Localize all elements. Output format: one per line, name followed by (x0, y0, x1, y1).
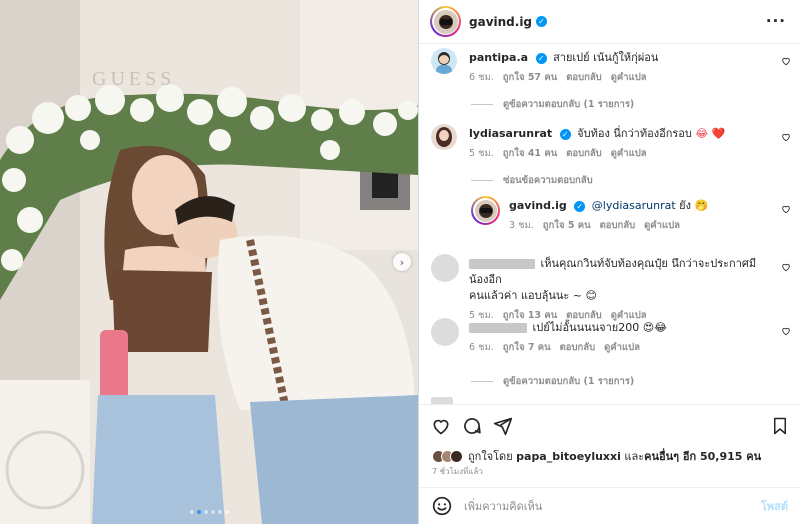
comment-likes[interactable]: ถูกใจ 57 คน (503, 70, 557, 86)
chevron-right-icon: › (399, 255, 405, 269)
heart-icon[interactable] (431, 416, 451, 436)
avatar[interactable] (431, 48, 457, 74)
hide-replies-label: ซ่อนข้อความตอบกลับ (503, 175, 593, 186)
carousel-next-button[interactable]: › (393, 253, 411, 271)
avatar[interactable] (431, 124, 457, 150)
avatar (450, 449, 463, 463)
comment-likes[interactable]: ถูกใจ 7 คน (503, 340, 551, 356)
avatar (474, 199, 497, 222)
liker-avatars (432, 449, 463, 463)
reply-button[interactable]: ตอบกลับ (560, 340, 596, 356)
comment-mention[interactable]: @lydiasarunrat (592, 199, 676, 212)
verified-icon: ✓ (574, 200, 586, 212)
carousel-dot (204, 510, 208, 514)
avatar[interactable] (431, 397, 453, 404)
avatar[interactable] (431, 318, 459, 346)
blurred-username (469, 323, 527, 333)
comment-emoji: 😊 (585, 289, 597, 302)
carousel-dot (211, 510, 215, 514)
store-sign: GUESS (92, 68, 176, 90)
translate-button[interactable]: ดูคำแปล (644, 218, 680, 234)
add-comment-input[interactable]: เพิ่มความคิดเห็น (464, 497, 542, 515)
comment-emoji: 😂 ❤️ (695, 127, 726, 140)
post-header: gavind.ig ✓ ··· (419, 0, 800, 44)
comment-likes[interactable]: ถูกใจ 5 คน (543, 218, 591, 234)
reply-button[interactable]: ตอบกลับ (600, 218, 636, 234)
share-icon[interactable] (493, 416, 513, 436)
likes-joiner: และ (624, 450, 645, 463)
author-avatar-ring[interactable] (430, 6, 461, 37)
avatar[interactable] (431, 254, 459, 282)
action-bar (419, 404, 800, 444)
comment-text: เปย์ไม่อั้นนนนจาย200 (532, 321, 640, 334)
post-photo[interactable]: GUESS › (0, 0, 419, 524)
verified-icon: ✓ (535, 52, 547, 64)
carousel-dot (190, 510, 194, 514)
comments-list[interactable]: pantipa.a ✓ สายเปย์ เน้นกู้ให้กุ่ผ่อน 6 … (419, 44, 800, 404)
translate-button[interactable]: ดูคำแปล (611, 146, 647, 162)
comment-emoji: 🤭 (694, 199, 709, 212)
author-username[interactable]: gavind.ig (469, 15, 532, 29)
comment-icon[interactable] (462, 416, 482, 436)
verified-icon: ✓ (536, 16, 548, 27)
heart-icon[interactable] (781, 326, 791, 336)
verified-icon: ✓ (559, 128, 571, 140)
heart-icon[interactable] (781, 204, 791, 214)
comment-time[interactable]: 3 ชม. (509, 218, 534, 234)
heart-icon[interactable] (781, 56, 791, 66)
emoji-icon[interactable] (432, 496, 452, 516)
post-comment-button[interactable]: โพสต์ (761, 497, 788, 515)
comment-username[interactable]: pantipa.a (469, 51, 528, 64)
add-comment-bar: เพิ่มความคิดเห็น โพสต์ (419, 487, 800, 524)
comment-text: ยัง (679, 199, 691, 212)
likes-prefix: ถูกใจโดย (468, 450, 513, 463)
comment-text-line2: คนแล้วค่า แอบลุ้นนะ ~ (469, 289, 582, 302)
view-replies-button[interactable]: ดูข้อความตอบกลับ (1 รายการ) (471, 97, 634, 112)
reply-button[interactable]: ตอบกลับ (566, 146, 602, 162)
comment-text: สายเปย์ เน้นกู้ให้กุ่ผ่อน (553, 51, 659, 64)
post-side-panel: gavind.ig ✓ ··· pantipa.a ✓ สายเปย์ เน้น… (419, 0, 800, 524)
likes-summary[interactable]: ถูกใจโดย papa_bitoeyluxxi และ คนอื่นๆ อีก… (432, 447, 761, 465)
comment-username[interactable]: lydiasarunrat (469, 127, 552, 140)
comment-username[interactable]: gavind.ig (509, 199, 567, 212)
likes-others[interactable]: คนอื่นๆ อีก 50,915 คน (644, 447, 761, 465)
comment-time[interactable]: 6 ชม. (469, 340, 494, 356)
post-time[interactable]: 7 ชั่วโมงที่แล้ว (432, 465, 483, 478)
carousel-dot (218, 510, 222, 514)
carousel-dot (225, 510, 229, 514)
blurred-username (469, 259, 535, 269)
carousel-dots (0, 510, 418, 514)
bookmark-icon[interactable] (771, 416, 789, 436)
view-replies-label: ดูข้อความตอบกลับ (1 รายการ) (503, 376, 635, 387)
likes-first-user[interactable]: papa_bitoeyluxxi (516, 450, 621, 463)
photo-illustration (0, 0, 418, 524)
comment-time[interactable]: 6 ชม. (469, 70, 494, 86)
heart-icon[interactable] (781, 262, 791, 272)
comment-time[interactable]: 5 ชม. (469, 146, 494, 162)
view-replies-label: ดูข้อความตอบกลับ (1 รายการ) (503, 99, 635, 110)
translate-button[interactable]: ดูคำแปล (611, 70, 647, 86)
heart-icon[interactable] (781, 132, 791, 142)
hide-replies-button[interactable]: ซ่อนข้อความตอบกลับ (471, 173, 593, 188)
translate-button[interactable]: ดูคำแปล (604, 340, 640, 356)
reply-button[interactable]: ตอบกลับ (566, 70, 602, 86)
more-icon[interactable]: ··· (766, 12, 786, 30)
view-replies-button[interactable]: ดูข้อความตอบกลับ (1 รายการ) (471, 374, 634, 389)
comment-likes[interactable]: ถูกใจ 41 คน (503, 146, 557, 162)
carousel-dot (197, 510, 201, 514)
comment-emoji: 😍😂 (642, 321, 668, 334)
reply-avatar-ring[interactable] (471, 196, 500, 225)
comment-text: จับท้อง นี่กว่าท้องอีกรอบ (577, 127, 692, 140)
avatar (433, 9, 458, 34)
